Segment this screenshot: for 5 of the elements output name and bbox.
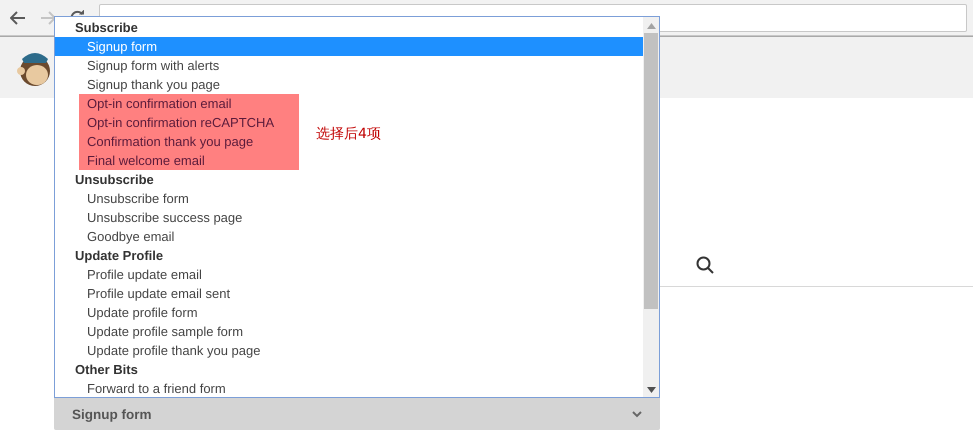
group-label: Update Profile [74,247,164,265]
group-label: Other Bits [74,361,139,379]
group-label: Unsubscribe [74,171,155,189]
group-label: Subscribe [74,19,139,37]
annotation: 选择后4项 [316,125,381,143]
